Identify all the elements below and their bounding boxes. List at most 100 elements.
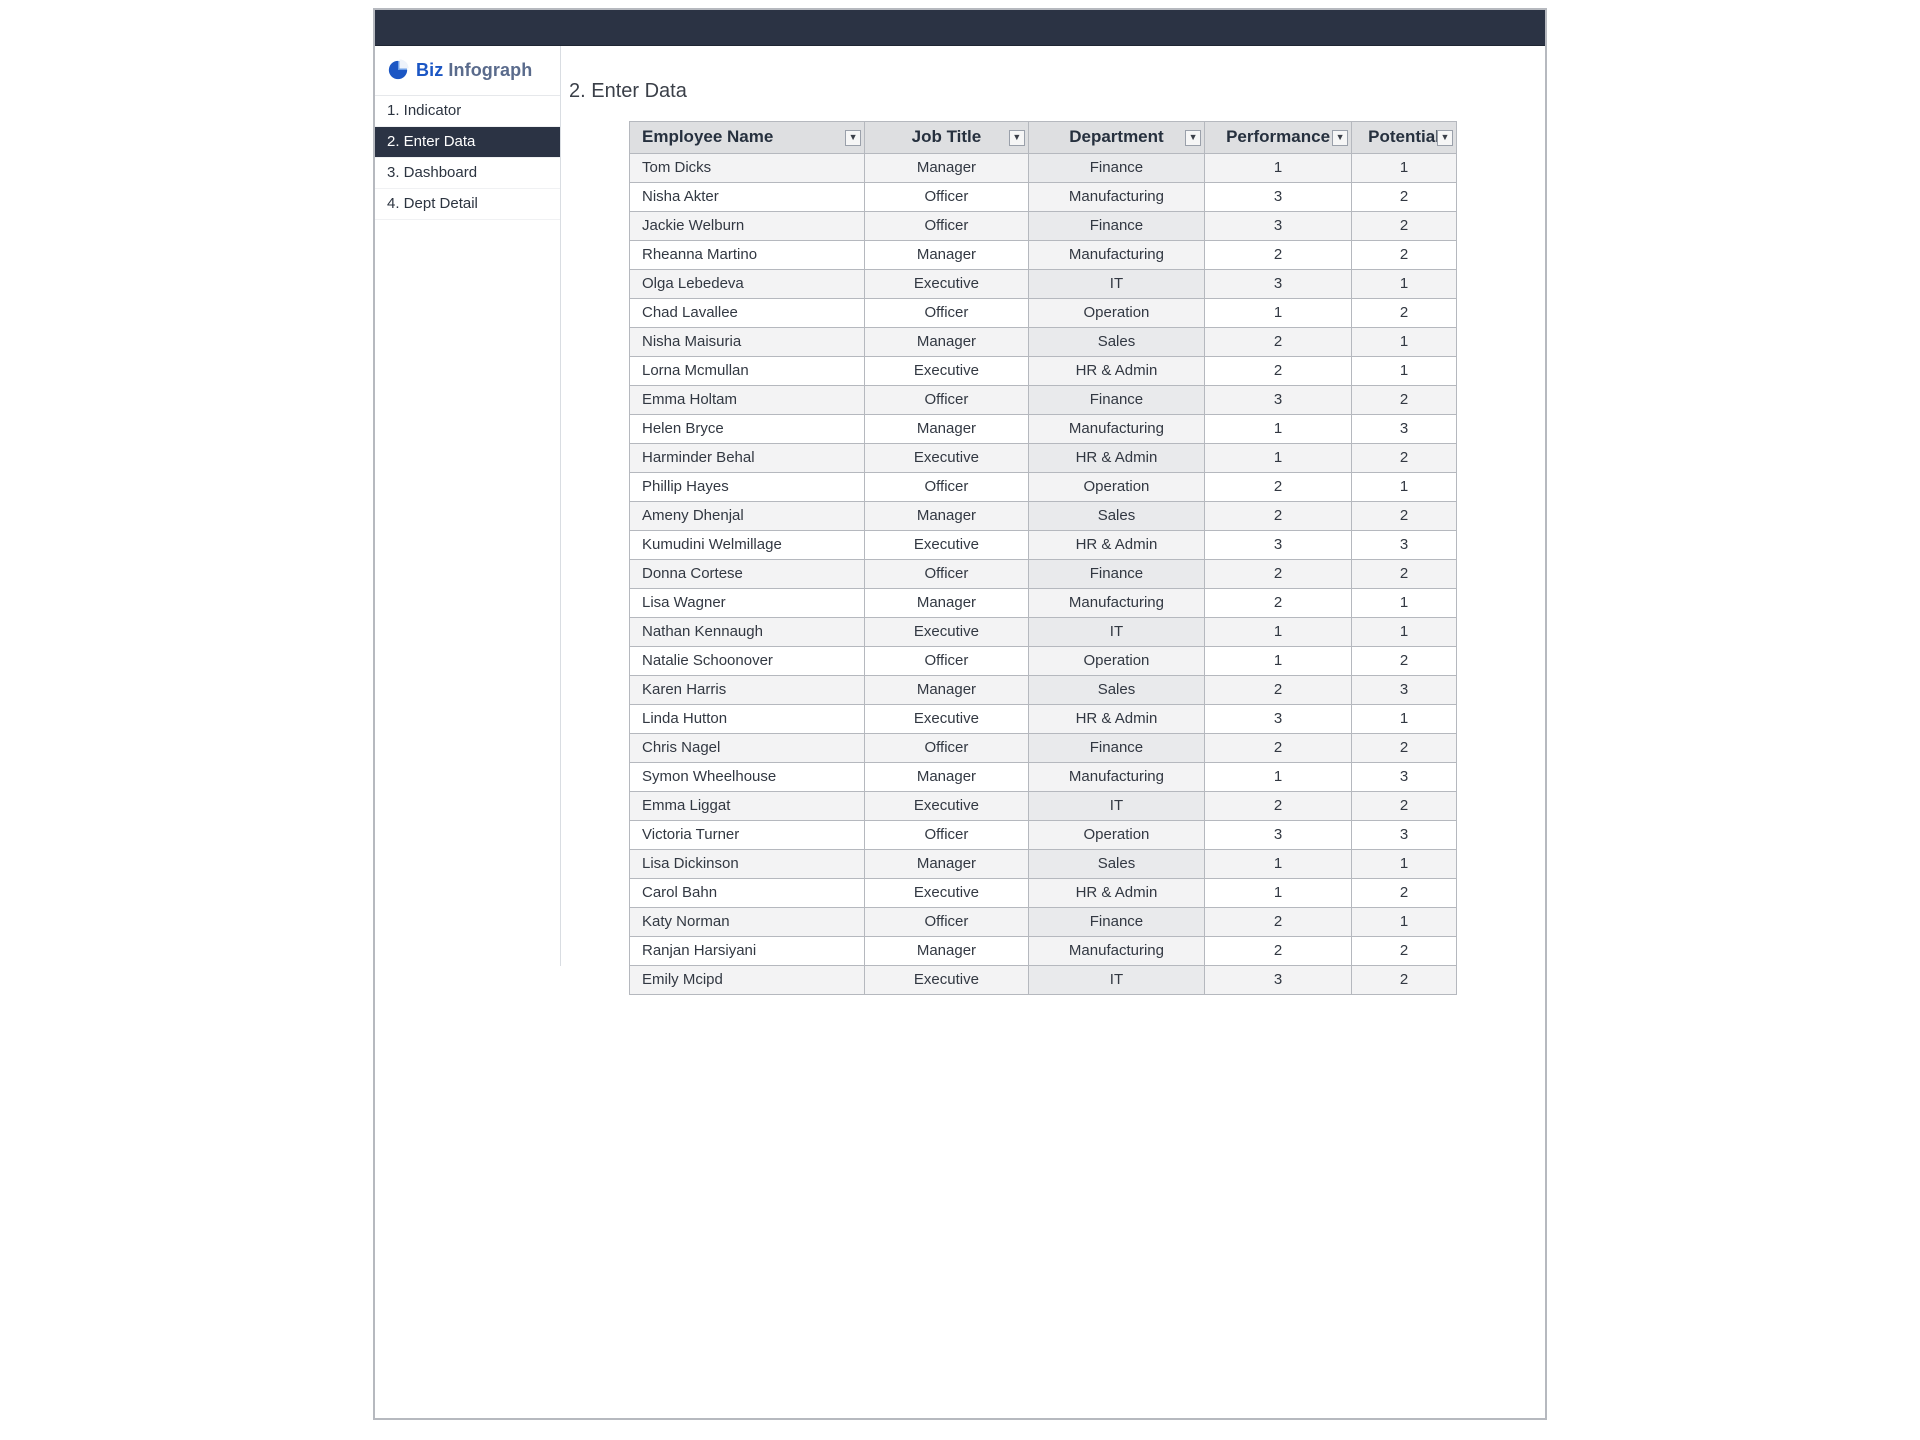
cell-department[interactable]: IT xyxy=(1028,966,1204,995)
cell-job-title[interactable]: Executive xyxy=(865,966,1029,995)
cell-department[interactable]: Manufacturing xyxy=(1028,183,1204,212)
cell-department[interactable]: Sales xyxy=(1028,676,1204,705)
cell-department[interactable]: Sales xyxy=(1028,502,1204,531)
cell-potential[interactable]: 2 xyxy=(1352,792,1457,821)
cell-potential[interactable]: 2 xyxy=(1352,647,1457,676)
cell-employee-name[interactable]: Emma Holtam xyxy=(630,386,865,415)
cell-job-title[interactable]: Executive xyxy=(865,531,1029,560)
cell-job-title[interactable]: Executive xyxy=(865,357,1029,386)
cell-potential[interactable]: 1 xyxy=(1352,473,1457,502)
cell-employee-name[interactable]: Jackie Welburn xyxy=(630,212,865,241)
cell-potential[interactable]: 1 xyxy=(1352,270,1457,299)
cell-performance[interactable]: 1 xyxy=(1205,299,1352,328)
cell-performance[interactable]: 2 xyxy=(1205,676,1352,705)
cell-employee-name[interactable]: Lisa Dickinson xyxy=(630,850,865,879)
cell-department[interactable]: Manufacturing xyxy=(1028,937,1204,966)
cell-potential[interactable]: 2 xyxy=(1352,386,1457,415)
th-performance[interactable]: Performance ▼ xyxy=(1205,122,1352,154)
cell-job-title[interactable]: Officer xyxy=(865,560,1029,589)
cell-employee-name[interactable]: Emily Mcipd xyxy=(630,966,865,995)
cell-employee-name[interactable]: Helen Bryce xyxy=(630,415,865,444)
cell-performance[interactable]: 2 xyxy=(1205,328,1352,357)
sidebar-item-dashboard[interactable]: 3. Dashboard xyxy=(375,158,560,189)
cell-employee-name[interactable]: Olga Lebedeva xyxy=(630,270,865,299)
cell-potential[interactable]: 2 xyxy=(1352,937,1457,966)
cell-performance[interactable]: 3 xyxy=(1205,183,1352,212)
cell-performance[interactable]: 1 xyxy=(1205,154,1352,183)
cell-performance[interactable]: 2 xyxy=(1205,792,1352,821)
cell-performance[interactable]: 2 xyxy=(1205,357,1352,386)
cell-department[interactable]: Operation xyxy=(1028,299,1204,328)
cell-job-title[interactable]: Officer xyxy=(865,734,1029,763)
cell-department[interactable]: Sales xyxy=(1028,850,1204,879)
cell-performance[interactable]: 3 xyxy=(1205,270,1352,299)
cell-employee-name[interactable]: Katy Norman xyxy=(630,908,865,937)
cell-performance[interactable]: 2 xyxy=(1205,589,1352,618)
cell-job-title[interactable]: Manager xyxy=(865,589,1029,618)
cell-employee-name[interactable]: Chad Lavallee xyxy=(630,299,865,328)
cell-employee-name[interactable]: Phillip Hayes xyxy=(630,473,865,502)
cell-potential[interactable]: 1 xyxy=(1352,908,1457,937)
cell-department[interactable]: HR & Admin xyxy=(1028,444,1204,473)
cell-potential[interactable]: 2 xyxy=(1352,502,1457,531)
cell-performance[interactable]: 3 xyxy=(1205,821,1352,850)
cell-job-title[interactable]: Officer xyxy=(865,299,1029,328)
cell-employee-name[interactable]: Nisha Maisuria xyxy=(630,328,865,357)
cell-performance[interactable]: 1 xyxy=(1205,415,1352,444)
filter-button[interactable]: ▼ xyxy=(1009,130,1025,146)
cell-employee-name[interactable]: Ranjan Harsiyani xyxy=(630,937,865,966)
cell-performance[interactable]: 2 xyxy=(1205,560,1352,589)
cell-department[interactable]: IT xyxy=(1028,792,1204,821)
cell-performance[interactable]: 3 xyxy=(1205,705,1352,734)
cell-performance[interactable]: 1 xyxy=(1205,850,1352,879)
cell-department[interactable]: IT xyxy=(1028,618,1204,647)
cell-job-title[interactable]: Officer xyxy=(865,473,1029,502)
cell-job-title[interactable]: Officer xyxy=(865,212,1029,241)
cell-performance[interactable]: 2 xyxy=(1205,937,1352,966)
cell-potential[interactable]: 2 xyxy=(1352,560,1457,589)
cell-potential[interactable]: 2 xyxy=(1352,879,1457,908)
cell-job-title[interactable]: Officer xyxy=(865,821,1029,850)
cell-job-title[interactable]: Manager xyxy=(865,850,1029,879)
cell-potential[interactable]: 1 xyxy=(1352,328,1457,357)
cell-performance[interactable]: 2 xyxy=(1205,473,1352,502)
cell-potential[interactable]: 1 xyxy=(1352,357,1457,386)
cell-employee-name[interactable]: Victoria Turner xyxy=(630,821,865,850)
cell-employee-name[interactable]: Donna Cortese xyxy=(630,560,865,589)
cell-employee-name[interactable]: Nathan Kennaugh xyxy=(630,618,865,647)
cell-job-title[interactable]: Officer xyxy=(865,647,1029,676)
cell-potential[interactable]: 3 xyxy=(1352,531,1457,560)
cell-performance[interactable]: 3 xyxy=(1205,212,1352,241)
cell-department[interactable]: Finance xyxy=(1028,908,1204,937)
filter-button[interactable]: ▼ xyxy=(1437,130,1453,146)
cell-performance[interactable]: 1 xyxy=(1205,647,1352,676)
cell-potential[interactable]: 3 xyxy=(1352,821,1457,850)
cell-job-title[interactable]: Manager xyxy=(865,241,1029,270)
cell-department[interactable]: Operation xyxy=(1028,647,1204,676)
cell-potential[interactable]: 3 xyxy=(1352,415,1457,444)
cell-potential[interactable]: 2 xyxy=(1352,212,1457,241)
cell-job-title[interactable]: Executive xyxy=(865,705,1029,734)
cell-department[interactable]: Finance xyxy=(1028,212,1204,241)
cell-potential[interactable]: 3 xyxy=(1352,763,1457,792)
cell-employee-name[interactable]: Natalie Schoonover xyxy=(630,647,865,676)
cell-job-title[interactable]: Manager xyxy=(865,415,1029,444)
th-job-title[interactable]: Job Title ▼ xyxy=(865,122,1029,154)
cell-potential[interactable]: 1 xyxy=(1352,850,1457,879)
cell-performance[interactable]: 1 xyxy=(1205,879,1352,908)
cell-job-title[interactable]: Manager xyxy=(865,937,1029,966)
cell-employee-name[interactable]: Harminder Behal xyxy=(630,444,865,473)
cell-potential[interactable]: 1 xyxy=(1352,589,1457,618)
cell-potential[interactable]: 2 xyxy=(1352,734,1457,763)
cell-job-title[interactable]: Officer xyxy=(865,908,1029,937)
cell-performance[interactable]: 3 xyxy=(1205,531,1352,560)
sidebar-item-dept-detail[interactable]: 4. Dept Detail xyxy=(375,189,560,220)
cell-potential[interactable]: 2 xyxy=(1352,299,1457,328)
cell-employee-name[interactable]: Lorna Mcmullan xyxy=(630,357,865,386)
cell-performance[interactable]: 3 xyxy=(1205,966,1352,995)
cell-job-title[interactable]: Executive xyxy=(865,879,1029,908)
th-employee-name[interactable]: Employee Name ▼ xyxy=(630,122,865,154)
cell-job-title[interactable]: Manager xyxy=(865,328,1029,357)
cell-employee-name[interactable]: Ameny Dhenjal xyxy=(630,502,865,531)
cell-employee-name[interactable]: Carol Bahn xyxy=(630,879,865,908)
